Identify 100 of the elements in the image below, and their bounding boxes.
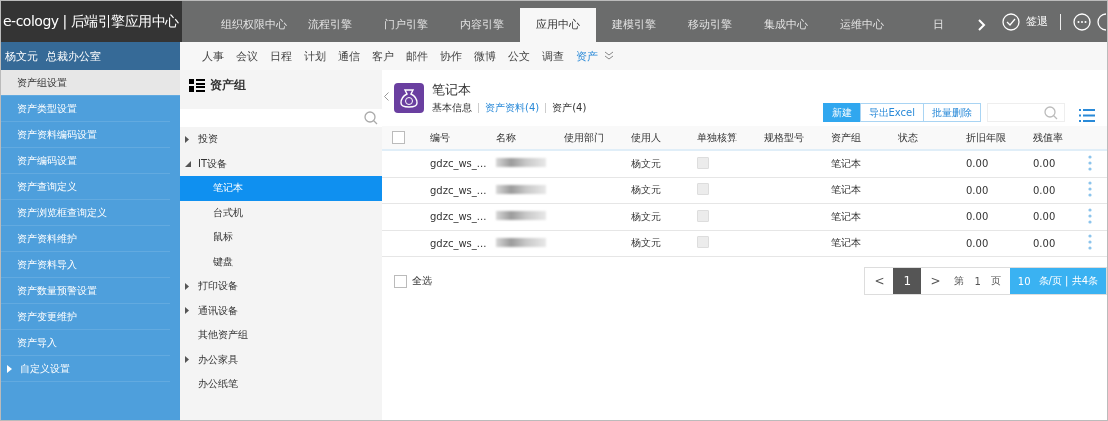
sidebar-item[interactable]: 资产组设置 — [1, 70, 180, 96]
column-header: 资产组 — [831, 130, 862, 145]
blurred-text — [496, 237, 546, 247]
caret-right-icon[interactable] — [185, 135, 189, 143]
blurred-text — [496, 184, 546, 194]
nav-tab[interactable]: 日 — [900, 8, 976, 42]
table-cell-text: 0.00 — [1033, 211, 1057, 223]
page-button[interactable]: 1 — [893, 268, 922, 294]
nav-tab[interactable]: 组织权限中心 — [216, 8, 292, 42]
nav-tab[interactable]: 门户引擎 — [368, 8, 444, 42]
column-header: 使用人 — [631, 130, 662, 145]
user-name: 杨文元 — [5, 48, 38, 64]
more-vertical-icon[interactable] — [1088, 234, 1092, 251]
tree-item[interactable]: 办公家具 — [180, 347, 382, 372]
table-cell-text: 0.00 — [1033, 158, 1057, 170]
module-link[interactable]: 邮件 — [400, 48, 434, 64]
column-header: 折旧年限 — [966, 130, 1007, 145]
table-cell-text: 杨文元 — [631, 156, 662, 171]
nav-tab[interactable]: 内容引擎 — [444, 8, 520, 42]
tree-item[interactable]: 办公纸笔 — [180, 372, 382, 397]
table-cell-text: 杨文元 — [631, 236, 662, 251]
tree-item[interactable]: 投资 — [180, 127, 382, 152]
tree-item[interactable]: 键盘 — [180, 249, 382, 274]
table-cell-text: 笔记本 — [831, 183, 862, 198]
list-icon — [189, 78, 205, 92]
sign-out-link[interactable]: 签退 — [1026, 14, 1048, 29]
table-cell-text: 杨文元 — [631, 209, 662, 224]
tree-item[interactable]: 打印设备 — [180, 274, 382, 299]
action-button[interactable]: 批量删除 — [923, 103, 981, 122]
department-name: 总裁办公室 — [46, 48, 101, 64]
table-cell-text: 0.00 — [966, 211, 990, 223]
table-cell-text: 笔记本 — [831, 209, 862, 224]
table-cell-text: 0.00 — [966, 184, 990, 196]
nav-tab[interactable]: 运维中心 — [824, 8, 900, 42]
blurred-text — [496, 211, 546, 221]
table-cell-text: gdzc_ws_... — [430, 237, 488, 249]
caret-right-icon[interactable] — [185, 356, 189, 364]
action-button[interactable]: 导出Excel — [859, 103, 924, 122]
checkbox[interactable] — [394, 274, 407, 288]
list-menu-icon[interactable] — [1079, 109, 1095, 122]
content-tab[interactable]: 资产资料(4) — [485, 101, 540, 115]
checkbox[interactable] — [392, 131, 405, 144]
table-cell-text: gdzc_ws_... — [430, 184, 488, 196]
table-cell-text: 0.00 — [1033, 237, 1057, 249]
tree-item[interactable]: 台式机 — [180, 200, 382, 225]
table-cell-text: gdzc_ws_... — [430, 211, 488, 223]
content-tab[interactable]: 基本信息 — [432, 101, 472, 115]
module-link[interactable]: 协作 — [434, 48, 468, 64]
page-label: 页 — [990, 274, 1001, 288]
nav-tab[interactable]: 流程引擎 — [292, 8, 368, 42]
tree-item[interactable]: 通讯设备 — [180, 298, 382, 323]
module-link[interactable]: 日程 — [264, 48, 298, 64]
module-link[interactable]: 客户 — [366, 48, 400, 64]
blurred-text — [496, 158, 546, 168]
search-icon — [364, 111, 378, 125]
module-link[interactable]: 通信 — [332, 48, 366, 64]
table-cell-text: 笔记本 — [831, 236, 862, 251]
module-link[interactable]: 调查 — [536, 48, 570, 64]
column-header: 使用部门 — [564, 130, 605, 145]
module-link[interactable]: 会议 — [230, 48, 264, 64]
module-link[interactable]: 公文 — [502, 48, 536, 64]
search-field[interactable] — [180, 109, 382, 127]
caret-right-icon[interactable] — [185, 282, 189, 290]
column-header: 名称 — [496, 130, 517, 145]
module-link[interactable]: 人事 — [196, 48, 230, 64]
more-vertical-icon[interactable] — [1088, 154, 1092, 171]
double-chevron-down-icon[interactable] — [604, 51, 614, 61]
column-header: 状态 — [898, 130, 919, 145]
nav-tab[interactable]: 集成中心 — [748, 8, 824, 42]
table-cell-text: 0.00 — [966, 158, 990, 170]
app-title: e-cology | 后端引擎应用中心 — [1, 1, 182, 42]
nav-tab[interactable]: 移动引擎 — [672, 8, 748, 42]
module-link[interactable]: 计划 — [298, 48, 332, 64]
more-vertical-icon[interactable] — [1088, 181, 1092, 198]
tree-item[interactable]: IT设备 — [180, 151, 382, 176]
chevron-right-icon[interactable] — [978, 19, 986, 31]
table-cell-text: 0.00 — [1033, 184, 1057, 196]
more-icon[interactable] — [1073, 12, 1091, 31]
page-number: 1 — [974, 275, 981, 287]
nav-tab[interactable]: 应用中心 — [520, 8, 596, 42]
page-title: 笔记本 — [432, 81, 472, 99]
content-tab[interactable]: 资产(4) — [552, 101, 587, 115]
page-size: 10 — [1017, 275, 1031, 287]
check-circle-icon[interactable] — [1002, 12, 1020, 31]
module-link[interactable]: 资产 — [570, 48, 604, 64]
chevron-left-icon[interactable] — [384, 92, 389, 101]
record-summary: 条/页 | 共4条 — [1038, 274, 1098, 288]
caret-right-icon[interactable] — [185, 307, 189, 315]
search-field[interactable] — [987, 103, 1065, 122]
page-label: 第 — [954, 274, 965, 288]
table-cell-text: gdzc_ws_... — [430, 158, 488, 170]
table-cell-text: 杨文元 — [631, 183, 662, 198]
nav-tab[interactable]: 建模引擎 — [596, 8, 672, 42]
caret-down-icon[interactable] — [185, 160, 191, 167]
column-header: 编号 — [430, 130, 451, 145]
module-link[interactable]: 微博 — [468, 48, 502, 64]
tree-item[interactable]: 其他资产组 — [180, 323, 382, 348]
tree-item[interactable]: 鼠标 — [180, 225, 382, 250]
panel-title: 资产组 — [210, 76, 246, 94]
more-vertical-icon[interactable] — [1088, 207, 1092, 224]
